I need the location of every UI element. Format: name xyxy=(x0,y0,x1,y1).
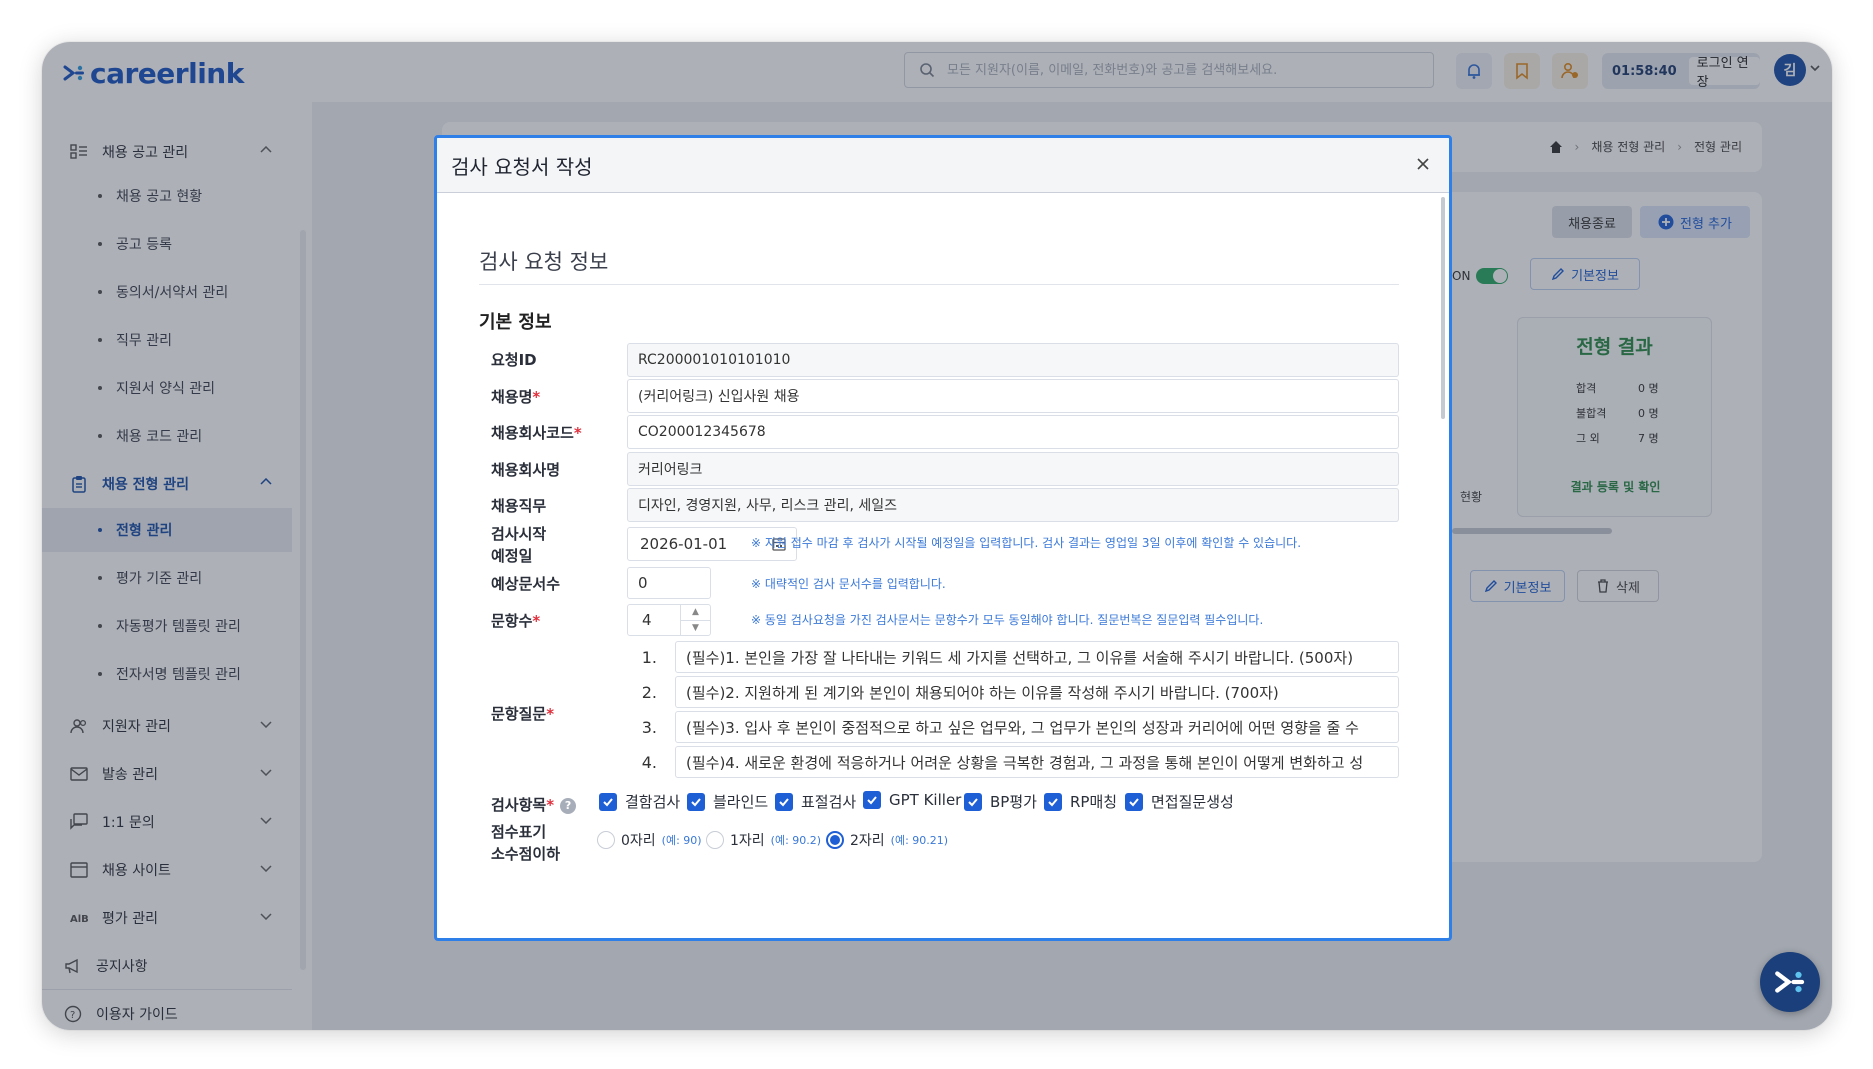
radio-label: 2자리 xyxy=(850,833,885,849)
radio-selected-icon[interactable] xyxy=(826,831,844,849)
checkbox-checked-icon[interactable] xyxy=(863,791,881,809)
question-number: 2. xyxy=(641,683,657,702)
modal-body: 검사 요청 정보 기본 정보 요청ID 채용명* 채용회사코드* 채용회사명 채… xyxy=(437,193,1449,938)
start-date-label-line1: 검사시작 xyxy=(491,525,547,543)
score-format-label: 점수표기소수점이하 xyxy=(491,821,560,865)
question-field[interactable]: (필수)2. 지원하게 된 계기와 본인이 채용되어야 하는 이유를 작성해 주… xyxy=(675,676,1399,708)
recruit-name-label-text: 채용명 xyxy=(491,388,533,406)
company-code-field[interactable] xyxy=(627,415,1399,449)
score-format-radio[interactable]: 2자리 (예: 90.21) xyxy=(826,830,948,850)
radio-label: 1자리 xyxy=(730,833,765,849)
test-items-label-text: 검사항목 xyxy=(491,796,547,814)
required-mark: * xyxy=(573,424,582,442)
required-mark: * xyxy=(546,705,555,723)
score-format-label-line1: 점수표기 xyxy=(491,823,547,841)
test-item-checkbox[interactable]: GPT Killer xyxy=(863,791,961,809)
request-id-field[interactable] xyxy=(627,343,1399,377)
app-window: careerlink 01:58:40 로그인 연장 김 채용 공고 관리 채용… xyxy=(42,42,1832,1030)
checkbox-checked-icon[interactable] xyxy=(775,792,793,811)
question-number: 1. xyxy=(641,648,657,667)
test-request-modal: 검사 요청서 작성 검사 요청 정보 기본 정보 요청ID 채용명* 채용회사코… xyxy=(434,135,1452,941)
assistant-fab[interactable] xyxy=(1760,952,1820,1012)
test-item-label: 면접질문생성 xyxy=(1151,793,1234,811)
test-item-label: 블라인드 xyxy=(713,793,769,811)
checkbox-checked-icon[interactable] xyxy=(687,792,705,811)
test-item-checkbox[interactable]: 면접질문생성 xyxy=(1125,791,1234,812)
question-number: 4. xyxy=(641,753,657,772)
test-items-label: 검사항목*? xyxy=(491,794,577,816)
doc-count-hint: ※ 대략적인 검사 문서수를 입력합니다. xyxy=(751,577,946,591)
recruit-name-field[interactable] xyxy=(627,379,1399,413)
radio-example: (예: 90) xyxy=(661,834,702,847)
question-number: 3. xyxy=(641,718,657,737)
required-mark: * xyxy=(532,612,541,630)
test-item-label: RP매칭 xyxy=(1070,793,1118,811)
start-date-value: 2026-01-01 xyxy=(640,535,728,553)
job-field[interactable] xyxy=(627,488,1399,522)
radio-empty-icon[interactable] xyxy=(597,831,615,849)
test-item-checkbox[interactable]: 결함검사 xyxy=(599,791,680,812)
question-count-stepper[interactable]: 4 ▲ ▼ xyxy=(627,604,711,636)
radio-example: (예: 90.21) xyxy=(890,834,949,847)
checkbox-checked-icon[interactable] xyxy=(1044,792,1062,811)
score-format-radio[interactable]: 0자리 (예: 90) xyxy=(597,830,702,850)
question-count-label: 문항수* xyxy=(491,610,540,632)
questions-label: 문항질문* xyxy=(491,703,554,725)
company-code-label: 채용회사코드* xyxy=(491,422,582,444)
company-name-field[interactable] xyxy=(627,452,1399,486)
modal-title: 검사 요청서 작성 xyxy=(451,154,593,179)
request-id-label: 요청ID xyxy=(491,351,537,369)
modal-header: 검사 요청서 작성 xyxy=(437,138,1449,193)
required-mark: * xyxy=(546,796,555,814)
stepper-down-button[interactable]: ▼ xyxy=(681,621,710,636)
test-item-checkbox[interactable]: BP평가 xyxy=(964,791,1037,812)
test-item-label: BP평가 xyxy=(990,793,1037,811)
basic-info-title: 기본 정보 xyxy=(479,312,552,333)
radio-label: 0자리 xyxy=(621,833,656,849)
radio-empty-icon[interactable] xyxy=(706,831,724,849)
start-date-hint: ※ 지원 접수 마감 후 검사가 시작될 예정일을 입력합니다. 검사 결과는 … xyxy=(751,536,1302,550)
test-item-checkbox[interactable]: 블라인드 xyxy=(687,791,768,812)
test-item-label: 결함검사 xyxy=(625,793,681,811)
close-button[interactable] xyxy=(1411,152,1435,176)
start-date-label: 검사시작 예정일 xyxy=(491,523,546,567)
help-icon[interactable]: ? xyxy=(560,797,577,814)
logo-mark-icon xyxy=(1775,971,1805,993)
checkbox-checked-icon[interactable] xyxy=(599,792,617,811)
company-code-label-text: 채용회사코드 xyxy=(491,424,574,442)
recruit-name-label: 채용명* xyxy=(491,386,540,408)
close-icon xyxy=(1417,158,1429,170)
stepper-up-button[interactable]: ▲ xyxy=(681,605,710,621)
doc-count-field[interactable] xyxy=(627,567,711,599)
doc-count-label: 예상문서수 xyxy=(491,575,561,593)
checkbox-checked-icon[interactable] xyxy=(964,792,982,811)
section-title: 검사 요청 정보 xyxy=(479,250,609,274)
test-item-checkbox[interactable]: RP매칭 xyxy=(1044,791,1117,812)
score-format-radio[interactable]: 1자리 (예: 90.2) xyxy=(706,830,821,850)
questions-label-text: 문항질문 xyxy=(491,705,547,723)
job-label: 채용직무 xyxy=(491,497,547,515)
question-field[interactable]: (필수)1. 본인을 가장 잘 나타내는 키워드 세 가지를 선택하고, 그 이… xyxy=(675,641,1399,673)
question-field[interactable]: (필수)3. 입사 후 본인이 중점적으로 하고 싶은 업무와, 그 업무가 본… xyxy=(675,711,1399,743)
radio-example: (예: 90.2) xyxy=(770,834,822,847)
question-count-value: 4 xyxy=(642,611,652,629)
stepper-buttons: ▲ ▼ xyxy=(680,605,710,635)
question-count-hint: ※ 동일 검사요청을 가진 검사문서는 문항수가 모두 동일해야 합니다. 질문… xyxy=(751,613,1264,627)
checkbox-checked-icon[interactable] xyxy=(1125,792,1143,811)
test-item-label: 표절검사 xyxy=(801,793,857,811)
modal-scrollbar[interactable] xyxy=(1441,197,1445,419)
question-field[interactable]: (필수)4. 새로운 환경에 적응하거나 어려운 상황을 극복한 경험과, 그 … xyxy=(675,746,1399,778)
required-mark: * xyxy=(532,388,541,406)
section-divider xyxy=(479,284,1399,285)
start-date-label-line2: 예정일 xyxy=(491,547,533,565)
test-item-label: GPT Killer xyxy=(889,791,962,809)
company-name-label: 채용회사명 xyxy=(491,461,561,479)
score-format-label-line2: 소수점이하 xyxy=(491,845,561,863)
question-count-label-text: 문항수 xyxy=(491,612,533,630)
test-item-checkbox[interactable]: 표절검사 xyxy=(775,791,856,812)
